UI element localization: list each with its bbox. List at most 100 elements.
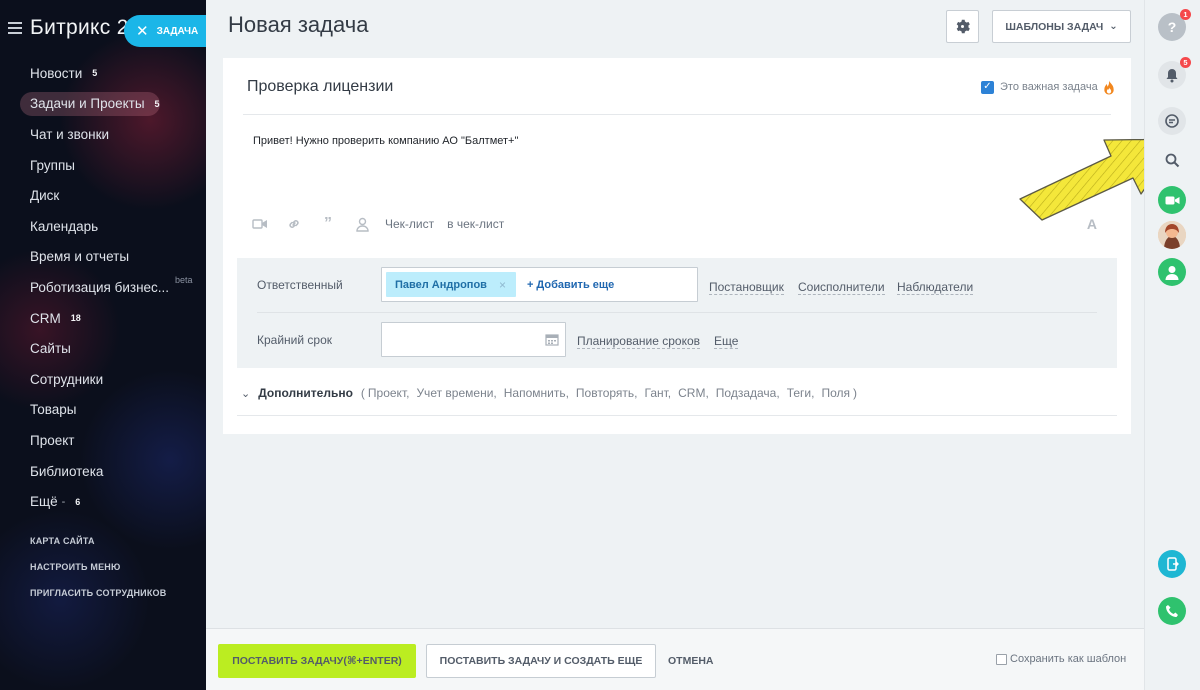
- sidebar-item-news[interactable]: Новости 5: [0, 58, 206, 89]
- configure-menu-link[interactable]: НАСТРОИТЬ МЕНЮ: [30, 562, 166, 588]
- contacts-button[interactable]: [1158, 258, 1186, 286]
- sidebar-item-groups[interactable]: Группы: [0, 150, 206, 181]
- site-map-link[interactable]: КАРТА САЙТА: [30, 536, 166, 562]
- settings-button[interactable]: [946, 10, 979, 43]
- more-deadline-link[interactable]: Еще: [714, 334, 739, 349]
- sidebar-item-products[interactable]: Товары: [0, 395, 206, 426]
- sidebar-item-counter: 6: [75, 496, 81, 507]
- task-form-panel: Новая задача ШАБЛОНЫ ЗАДАЧ ⌄ Проверка ли…: [206, 0, 1181, 690]
- sidebar-item-label: Чат и звонки: [30, 126, 110, 142]
- sidebar-item-time[interactable]: Время и отчеты: [0, 242, 206, 273]
- additional-item-repeat[interactable]: Повторять,: [576, 386, 638, 400]
- important-label: Это важная задача: [1000, 81, 1098, 93]
- additional-item-gantt[interactable]: Гант,: [645, 386, 672, 400]
- sidebar-item-label: Библиотека: [30, 463, 104, 479]
- sidebar-item-library[interactable]: Библиотека: [0, 456, 206, 487]
- editor-toolbar: ” Чек-лист в чек-лист A: [249, 213, 1111, 235]
- camera-icon: [1165, 196, 1179, 204]
- invite-employees-link[interactable]: ПРИГЛАСИТЬ СОТРУДНИКОВ: [30, 588, 166, 614]
- link-icon[interactable]: [283, 214, 305, 234]
- video-icon[interactable]: [249, 214, 271, 234]
- additional-label: Дополнительно: [258, 386, 353, 400]
- help-button[interactable]: ? 1: [1158, 9, 1191, 41]
- important-task-toggle[interactable]: ✓ Это важная задача: [959, 62, 1127, 112]
- deadline-label: Крайний срок: [257, 333, 333, 347]
- gear-icon: [956, 19, 970, 34]
- menu-icon[interactable]: [8, 22, 22, 34]
- mention-user-icon[interactable]: [351, 214, 373, 234]
- task-templates-button[interactable]: ШАБЛОНЫ ЗАДАЧ ⌄: [992, 10, 1131, 43]
- sidebar-item-more[interactable]: Ещё - 6: [0, 486, 206, 517]
- phone-icon: [1166, 605, 1178, 617]
- sidebar-item-counter: 18: [70, 313, 81, 324]
- observers-link[interactable]: Наблюдатели: [897, 280, 974, 295]
- sidebar-item-counter: 5: [92, 68, 98, 79]
- video-call-button[interactable]: [1158, 186, 1186, 214]
- divider: [243, 114, 1111, 115]
- responsible-user-name: Павел Андропов: [395, 278, 487, 291]
- sidebar-item-project[interactable]: Проект: [0, 425, 206, 456]
- add-more-link[interactable]: + Добавить еще: [527, 279, 614, 291]
- telephony-button[interactable]: [1158, 597, 1186, 625]
- sidebar-item-label: Роботизация бизнес...: [30, 279, 170, 295]
- responsible-label: Ответственный: [257, 278, 343, 292]
- to-checklist-button[interactable]: в чек-лист: [447, 217, 504, 231]
- responsible-field[interactable]: Павел Андропов × + Добавить еще: [381, 267, 698, 302]
- task-description[interactable]: Привет! Нужно проверить компанию АО "Бал…: [253, 135, 518, 147]
- bell-icon: [1166, 68, 1178, 82]
- sidebar-item-calendar[interactable]: Календарь: [0, 211, 206, 242]
- creator-link[interactable]: Постановщик: [709, 280, 784, 295]
- sidebar-item-automation[interactable]: Роботизация бизнес... beta: [0, 272, 206, 303]
- new-task-button[interactable]: ✕ ЗАДАЧА: [124, 15, 206, 47]
- save-as-template-toggle[interactable]: Сохранить как шаблон: [996, 653, 1126, 665]
- additional-item-subtask[interactable]: Подзадача,: [716, 386, 780, 400]
- important-checkbox[interactable]: ✓: [981, 80, 994, 94]
- chevron-down-icon: -: [61, 495, 66, 508]
- time-planning-link[interactable]: Планирование сроков: [577, 334, 701, 349]
- messenger-button[interactable]: [1158, 107, 1186, 135]
- page-title: Новая задача: [228, 12, 369, 37]
- additional-item-time-tracking[interactable]: Учет времени,: [416, 386, 496, 400]
- divider: [257, 312, 1097, 313]
- submit-task-button[interactable]: ПОСТАВИТЬ ЗАДАЧУ(⌘+ENTER): [218, 644, 416, 678]
- search-button[interactable]: [1158, 146, 1186, 174]
- additional-item-tags[interactable]: Теги,: [787, 386, 815, 400]
- sidebar-item-counter: 5: [154, 98, 160, 109]
- remove-icon[interactable]: ×: [499, 278, 506, 292]
- sidebar-item-label: Календарь: [30, 218, 99, 234]
- quote-icon[interactable]: ”: [317, 214, 339, 234]
- co-executors-link[interactable]: Соисполнители: [798, 280, 885, 295]
- additional-item-remind[interactable]: Напомнить,: [504, 386, 569, 400]
- sidebar-item-disk[interactable]: Диск: [0, 180, 206, 211]
- mobile-app-button[interactable]: [1158, 550, 1186, 578]
- additional-section-toggle[interactable]: ⌄ Дополнительно ( Проект, Учет времени, …: [241, 386, 857, 400]
- additional-item-fields[interactable]: Поля: [821, 386, 850, 400]
- sidebar-item-label: Проект: [30, 432, 75, 448]
- additional-item-crm[interactable]: CRM,: [678, 386, 709, 400]
- task-title-input[interactable]: Проверка лицензии: [247, 78, 393, 96]
- sidebar-item-tasks[interactable]: Задачи и Проекты 5: [0, 89, 206, 120]
- sidebar-footer-links: КАРТА САЙТА НАСТРОИТЬ МЕНЮ ПРИГЛАСИТЬ СО…: [30, 536, 166, 614]
- sidebar-item-sites[interactable]: Сайты: [0, 333, 206, 364]
- submit-and-create-button[interactable]: ПОСТАВИТЬ ЗАДАЧУ И СОЗДАТЬ ЕЩЕ: [426, 644, 656, 678]
- sidebar-item-chat[interactable]: Чат и звонки: [0, 119, 206, 150]
- left-sidebar: Битрикс 24 ✕ ЗАДАЧА Новости 5 Задачи и П…: [0, 0, 206, 690]
- chevron-down-icon: ⌄: [1109, 21, 1118, 32]
- sidebar-item-label: Группы: [30, 157, 75, 173]
- responsible-user-tag[interactable]: Павел Андропов ×: [386, 272, 516, 297]
- sidebar-item-label: Сайты: [30, 341, 71, 357]
- sidebar-item-employees[interactable]: Сотрудники: [0, 364, 206, 395]
- avatar-icon: [1158, 221, 1186, 249]
- calendar-icon[interactable]: [545, 333, 559, 346]
- sidebar-item-label: Товары: [30, 402, 77, 418]
- checklist-button[interactable]: Чек-лист: [385, 217, 434, 231]
- save-template-checkbox[interactable]: [996, 653, 1007, 665]
- cancel-button[interactable]: ОТМЕНА: [668, 655, 714, 667]
- sidebar-item-crm[interactable]: CRM 18: [0, 303, 206, 334]
- sidebar-item-label: Ещё: [30, 494, 58, 510]
- sidebar-item-label: Новости: [30, 65, 83, 81]
- additional-item-project[interactable]: Проект,: [368, 386, 410, 400]
- deadline-input[interactable]: [381, 322, 566, 357]
- notifications-button[interactable]: 5: [1158, 57, 1191, 89]
- user-avatar[interactable]: [1158, 221, 1186, 249]
